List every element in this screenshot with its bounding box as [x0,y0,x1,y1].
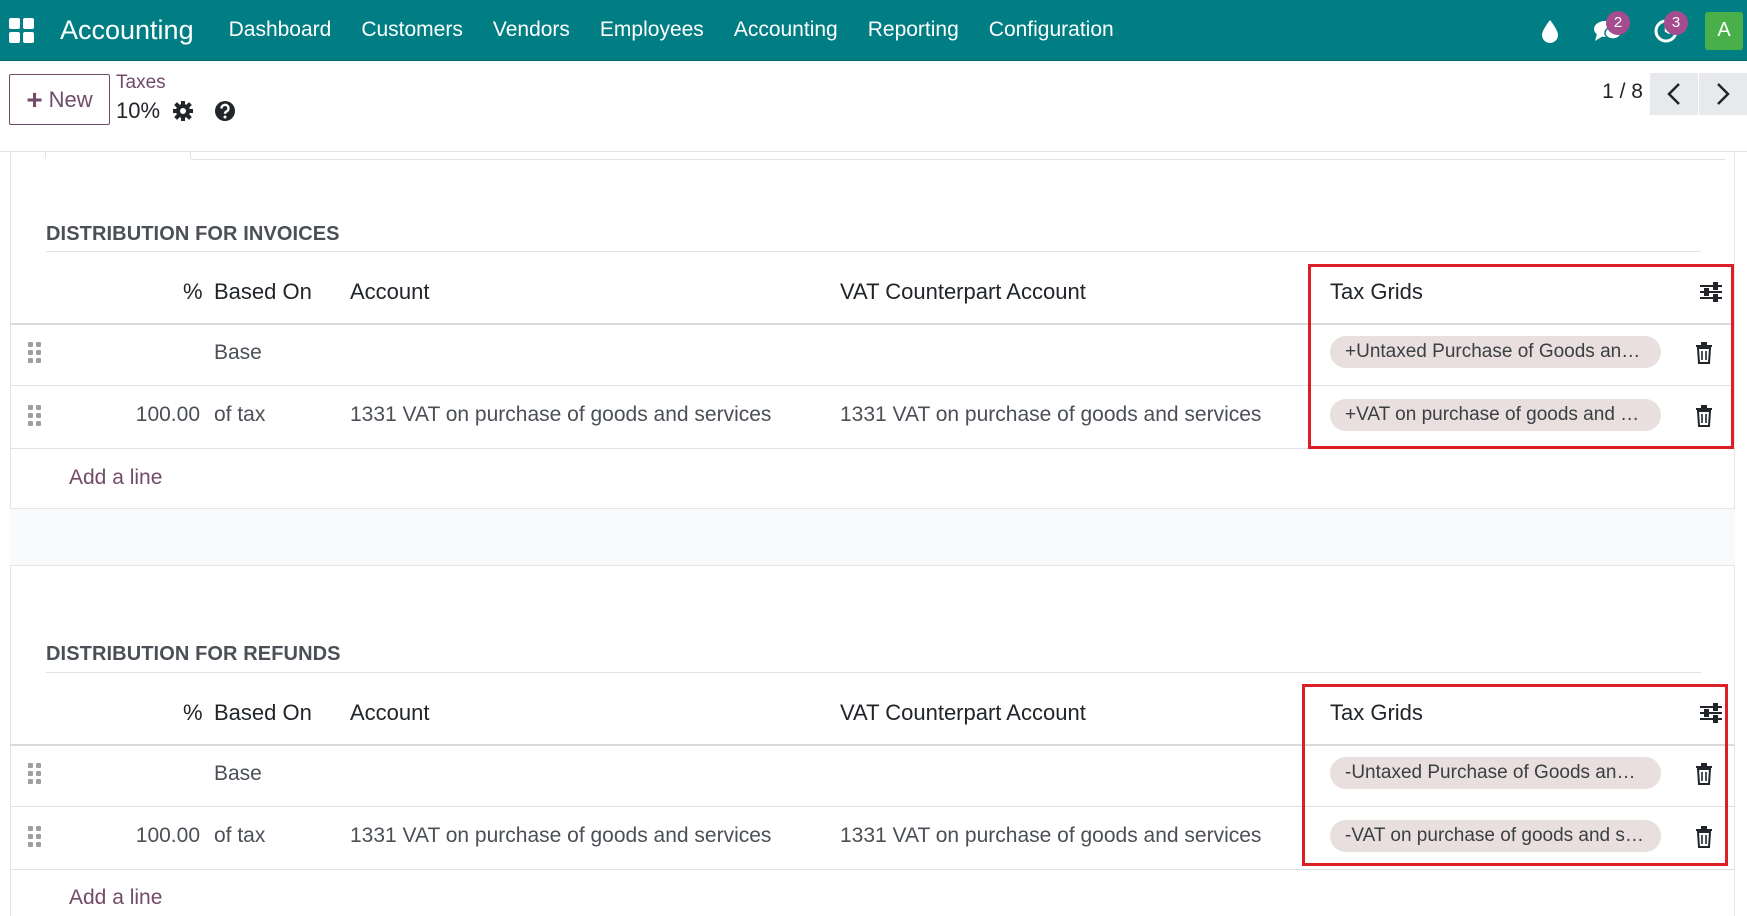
chevron-left-icon [1667,83,1680,105]
tax-grids-highlight [1308,264,1734,449]
new-button[interactable]: + New [9,74,110,125]
new-button-label: New [48,86,93,112]
row-divider [10,869,1735,870]
add-line-link[interactable]: Add a line [69,466,162,490]
header-based-on[interactable]: Based On [214,279,312,305]
navbar-systray: 2 3 A [1521,0,1747,61]
section-separator [10,508,1735,566]
cell-percent[interactable]: 100.00 [120,824,200,848]
drag-handle-icon[interactable] [28,763,42,785]
activity-badge: 3 [1664,10,1688,35]
header-percent[interactable]: % [183,279,203,305]
cell-account[interactable]: 1331 VAT on purchase of goods and servic… [350,824,771,848]
cell-account[interactable]: 1331 VAT on purchase of goods and servic… [350,403,771,427]
cell-percent[interactable]: 100.00 [120,403,200,427]
cell-based-on[interactable]: Base [214,762,262,786]
menu-employees[interactable]: Employees [585,18,719,42]
chat-badge: 2 [1606,10,1630,35]
cell-based-on[interactable]: of tax [214,403,265,427]
cell-vat-counterpart[interactable]: 1331 VAT on purchase of goods and servic… [840,824,1261,848]
menu-accounting[interactable]: Accounting [719,18,853,42]
cell-vat-counterpart[interactable]: 1331 VAT on purchase of goods and servic… [840,403,1261,427]
menu-reporting[interactable]: Reporting [853,18,974,42]
header-percent[interactable]: % [183,700,203,726]
cell-based-on[interactable]: Base [214,341,262,365]
section-title-refunds: DISTRIBUTION FOR REFUNDS [46,643,341,665]
header-vat-counterpart[interactable]: VAT Counterpart Account [840,279,1086,305]
tax-grids-highlight [1302,684,1728,866]
control-panel: + New Taxes 10% 1 / 8 [0,61,1747,152]
menu-dashboard[interactable]: Dashboard [214,18,347,42]
menu-customers[interactable]: Customers [346,18,478,42]
breadcrumb-taxes[interactable]: Taxes [116,72,166,94]
section-rule [46,251,1701,252]
menu-vendors[interactable]: Vendors [478,18,585,42]
record-title-row: 10% [116,98,236,124]
drop-icon[interactable] [1527,8,1573,54]
clock-icon[interactable]: 3 [1643,8,1689,54]
header-account[interactable]: Account [350,279,430,305]
apps-grid-icon[interactable] [6,15,36,45]
header-vat-counterpart[interactable]: VAT Counterpart Account [840,700,1086,726]
pager-next-button[interactable] [1699,73,1747,115]
plus-icon: + [26,83,43,115]
menu-configuration[interactable]: Configuration [974,18,1129,42]
gear-icon[interactable] [172,100,194,122]
drag-handle-icon[interactable] [28,826,42,848]
app-brand[interactable]: Accounting [60,15,194,46]
chat-icon[interactable]: 2 [1585,8,1631,54]
tab-stub [45,152,47,158]
field-stub [190,152,1725,160]
header-based-on[interactable]: Based On [214,700,312,726]
help-icon[interactable] [214,100,236,122]
pager-value[interactable]: 1 / 8 [1602,80,1643,104]
record-title: 10% [116,98,161,123]
drag-handle-icon[interactable] [28,405,42,427]
avatar[interactable]: A [1705,11,1743,50]
section-title-invoices: DISTRIBUTION FOR INVOICES [46,223,340,245]
section-rule [46,672,1701,673]
pager-previous-button[interactable] [1650,73,1698,115]
add-line-link[interactable]: Add a line [69,886,162,910]
top-navbar: Accounting Dashboard Customers Vendors E… [0,0,1747,61]
header-account[interactable]: Account [350,700,430,726]
cell-based-on[interactable]: of tax [214,824,265,848]
drag-handle-icon[interactable] [28,342,42,364]
chevron-right-icon [1717,83,1730,105]
